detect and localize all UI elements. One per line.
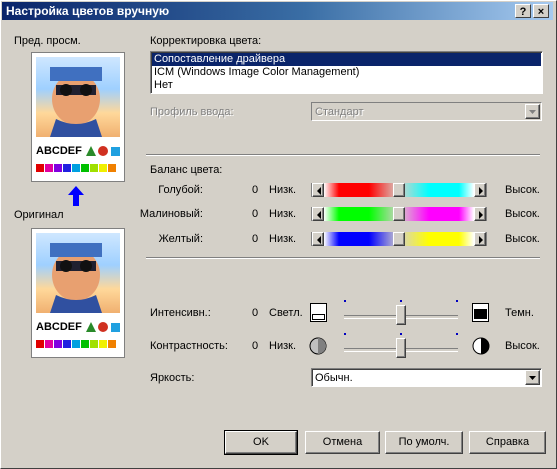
brightness-value: Обычн. bbox=[315, 372, 353, 384]
intensity-value: 0 bbox=[252, 307, 259, 319]
list-item-none[interactable]: Нет bbox=[152, 79, 541, 92]
list-item-driver-matching[interactable]: Сопоставление драйвера bbox=[152, 53, 541, 66]
help-title-button[interactable]: ? bbox=[515, 4, 531, 18]
light-icon bbox=[310, 303, 328, 326]
slider-tick bbox=[456, 300, 458, 302]
brightness-label: Яркость: bbox=[150, 372, 195, 384]
slider-thumb[interactable] bbox=[393, 207, 405, 221]
close-title-button[interactable]: × bbox=[533, 4, 549, 18]
color-swatches bbox=[36, 339, 117, 351]
scroll-right-button[interactable] bbox=[474, 207, 486, 221]
slider-tick bbox=[344, 300, 346, 302]
slider-tick bbox=[400, 300, 402, 302]
title-bar[interactable]: Настройка цветов вручную ? × bbox=[2, 2, 553, 20]
slider-thumb[interactable] bbox=[393, 183, 405, 197]
input-profile-value: Стандарт bbox=[315, 106, 364, 118]
intensity-high-label: Темн. bbox=[505, 307, 534, 319]
window-title: Настройка цветов вручную bbox=[6, 4, 170, 18]
shapes-icon bbox=[86, 321, 122, 336]
contrast-value: 0 bbox=[252, 340, 259, 352]
balance-row-high-label: Высок. bbox=[505, 208, 540, 220]
scroll-right-button[interactable] bbox=[474, 183, 486, 197]
color-swatches bbox=[36, 163, 117, 175]
child-photo bbox=[36, 233, 120, 313]
low-contrast-icon bbox=[309, 337, 327, 358]
intensity-low-label: Светл. bbox=[269, 307, 303, 319]
slider-thumb[interactable] bbox=[396, 305, 406, 325]
input-profile-label: Профиль ввода: bbox=[150, 106, 234, 118]
help-button[interactable]: Справка bbox=[469, 431, 546, 454]
sample-text: ABCDEF bbox=[36, 145, 82, 157]
scroll-right-button[interactable] bbox=[474, 232, 486, 246]
color-balance-scrollbar[interactable] bbox=[311, 232, 487, 246]
default-button[interactable]: По умолч. bbox=[385, 431, 463, 454]
scroll-left-button[interactable] bbox=[312, 207, 324, 221]
original-label: Оригинал bbox=[14, 209, 64, 221]
preview-image: ABCDEF bbox=[31, 52, 125, 182]
arrow-left-icon bbox=[317, 236, 321, 244]
shapes-icon bbox=[86, 145, 122, 160]
ok-button[interactable]: OK bbox=[224, 430, 298, 455]
arrow-up-icon bbox=[68, 186, 84, 209]
balance-row-value: 0 bbox=[252, 208, 259, 220]
balance-row-high-label: Высок. bbox=[505, 233, 540, 245]
balance-row-label: Желтый: bbox=[158, 233, 203, 245]
color-correction-list[interactable]: Сопоставление драйвера ICM (Windows Imag… bbox=[150, 51, 543, 94]
balance-row-label: Голубой: bbox=[158, 184, 203, 196]
slider-tick bbox=[400, 333, 402, 335]
sample-text: ABCDEF bbox=[36, 321, 82, 333]
balance-row-low-label: Низк. bbox=[269, 184, 297, 196]
slider-thumb[interactable] bbox=[396, 338, 406, 358]
contrast-slider[interactable] bbox=[342, 331, 460, 361]
arrow-right-icon bbox=[479, 211, 483, 219]
intensity-label: Интенсивн.: bbox=[150, 307, 211, 319]
contrast-low-label: Низк. bbox=[269, 340, 297, 352]
dark-icon bbox=[472, 303, 490, 326]
arrow-left-icon bbox=[317, 187, 321, 195]
high-contrast-icon bbox=[472, 337, 490, 358]
balance-row-value: 0 bbox=[252, 184, 259, 196]
scroll-left-button[interactable] bbox=[312, 183, 324, 197]
divider bbox=[146, 257, 540, 259]
cancel-button[interactable]: Отмена bbox=[305, 431, 380, 454]
slider-tick bbox=[344, 333, 346, 335]
color-correction-label: Корректировка цвета: bbox=[150, 35, 262, 47]
color-balance-label: Баланс цвета: bbox=[150, 164, 223, 176]
input-profile-select[interactable]: Стандарт bbox=[311, 102, 542, 121]
balance-row-low-label: Низк. bbox=[269, 233, 297, 245]
chevron-down-icon[interactable] bbox=[525, 104, 540, 119]
scroll-left-button[interactable] bbox=[312, 232, 324, 246]
arrow-right-icon bbox=[479, 236, 483, 244]
list-item-icm[interactable]: ICM (Windows Image Color Management) bbox=[152, 66, 541, 79]
contrast-high-label: Высок. bbox=[505, 340, 540, 352]
divider bbox=[146, 154, 540, 156]
contrast-label: Контрастность: bbox=[150, 340, 228, 352]
arrow-left-icon bbox=[317, 211, 321, 219]
preview-label: Пред. просм. bbox=[14, 35, 81, 47]
color-balance-scrollbar[interactable] bbox=[311, 207, 487, 221]
balance-row-low-label: Низк. bbox=[269, 208, 297, 220]
slider-tick bbox=[456, 333, 458, 335]
brightness-select[interactable]: Обычн. bbox=[311, 368, 542, 387]
color-balance-scrollbar[interactable] bbox=[311, 183, 487, 197]
balance-row-high-label: Высок. bbox=[505, 184, 540, 196]
balance-row-label: Малиновый: bbox=[139, 208, 203, 220]
intensity-slider[interactable] bbox=[342, 298, 460, 328]
chevron-down-icon[interactable] bbox=[525, 370, 540, 385]
slider-thumb[interactable] bbox=[393, 232, 405, 246]
original-image: ABCDEF bbox=[31, 228, 125, 358]
arrow-right-icon bbox=[479, 187, 483, 195]
balance-row-value: 0 bbox=[252, 233, 259, 245]
child-photo bbox=[36, 57, 120, 137]
